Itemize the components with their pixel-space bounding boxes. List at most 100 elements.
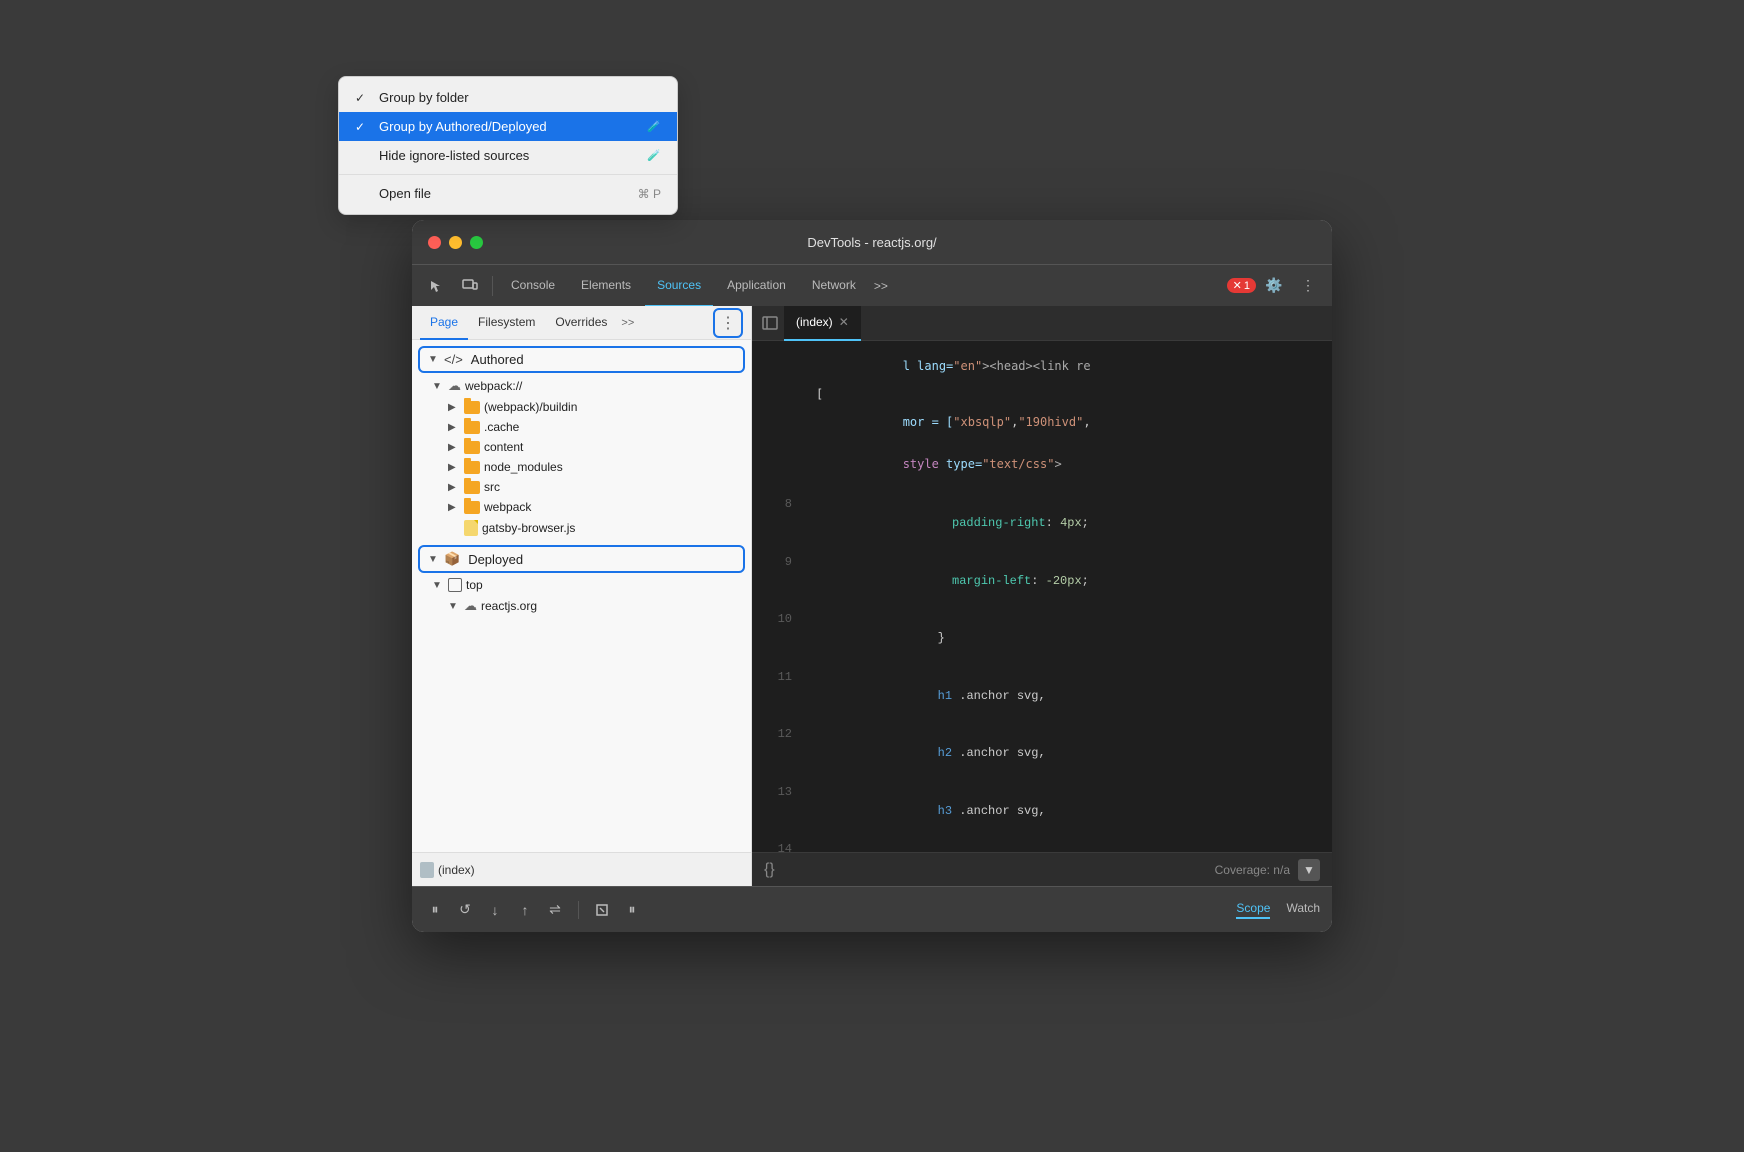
watch-tab[interactable]: Watch [1286, 901, 1320, 919]
node-modules-label: node_modules [484, 460, 563, 474]
code-line-11: 11 h1 .anchor svg, [752, 668, 1332, 726]
title-bar: DevTools - reactjs.org/ [412, 220, 1332, 264]
right-panel: (index) ✕ l lang="en"><head><link re [ [752, 306, 1332, 886]
index-tab[interactable]: (index) ✕ [784, 306, 861, 341]
subtab-overrides[interactable]: Overrides [545, 306, 617, 340]
deployed-box-icon: 📦 [444, 551, 460, 567]
error-badge: ✕ 1 [1227, 278, 1256, 293]
tab-application[interactable]: Application [715, 265, 798, 307]
code-content-9: margin-left: -20px; [808, 553, 1089, 611]
step-back-button[interactable]: ⇌ [544, 899, 566, 921]
top-item[interactable]: top [412, 575, 751, 595]
code-content-14: h4 .anchor svg, [808, 840, 1046, 852]
authored-caret-icon [428, 354, 440, 365]
buildin-label: (webpack)/buildin [484, 400, 577, 414]
more-subtabs-icon[interactable]: >> [617, 317, 638, 329]
step-over-button[interactable]: ↺ [454, 899, 476, 921]
debug-divider [578, 901, 579, 919]
content-item[interactable]: content [412, 437, 751, 457]
code-preview-top: l lang="en"><head><link re [ mor = ["xbs… [752, 341, 1332, 487]
code-line-12: 12 h2 .anchor svg, [752, 725, 1332, 783]
src-caret-icon [448, 482, 460, 493]
node-modules-folder-icon [464, 461, 480, 474]
sources-menu-button[interactable]: ⋮ [713, 308, 743, 338]
webpack-item[interactable]: webpack [412, 497, 751, 517]
cloud-icon: ☁ [448, 378, 461, 394]
code-content4: style type="text/css"> [816, 443, 1062, 485]
coverage-expand-icon[interactable]: ▼ [1298, 859, 1320, 881]
authored-label: Authored [471, 352, 524, 367]
step-up-button[interactable]: ↑ [514, 899, 536, 921]
scope-tab[interactable]: Scope [1236, 901, 1270, 919]
maximize-button[interactable] [470, 236, 483, 249]
code-content-12: h2 .anchor svg, [808, 725, 1046, 783]
device-toggle-icon[interactable] [454, 272, 486, 300]
code-line-style: style type="text/css"> [760, 443, 1324, 485]
buildin-item[interactable]: (webpack)/buildin [412, 397, 751, 417]
code-line-9: 9 margin-left: -20px; [752, 553, 1332, 611]
webpack-root-item[interactable]: ☁ webpack:// [412, 375, 751, 397]
reactjs-label: reactjs.org [481, 599, 537, 613]
webpack-caret2-icon [448, 502, 460, 513]
gatsby-item[interactable]: gatsby-browser.js [412, 517, 751, 539]
deployed-label: Deployed [468, 552, 523, 567]
node-modules-caret-icon [448, 462, 460, 473]
tab-sources[interactable]: Sources [645, 265, 713, 307]
line-num3 [768, 401, 800, 443]
code-line-10: 10 } [752, 610, 1332, 668]
line-num-11: 11 [760, 668, 792, 726]
code-line-13: 13 h3 .anchor svg, [752, 783, 1332, 841]
code-line-bracket: [ [760, 387, 1324, 401]
webpack-label2: webpack [484, 500, 531, 514]
close-button[interactable] [428, 236, 441, 249]
src-item[interactable]: src [412, 477, 751, 497]
reactjs-cloud-icon: ☁ [464, 598, 477, 614]
more-tabs-icon[interactable]: >> [870, 279, 892, 293]
sidebar-toggle-icon[interactable] [756, 309, 784, 337]
cache-item[interactable]: .cache [412, 417, 751, 437]
reactjs-item[interactable]: ☁ reactjs.org [412, 595, 751, 617]
webpack-label: webpack:// [465, 379, 522, 393]
tab-network[interactable]: Network [800, 265, 868, 307]
index-file-icon [420, 862, 434, 878]
cache-caret-icon [448, 422, 460, 433]
src-label: src [484, 480, 500, 494]
line-num-10: 10 [760, 610, 792, 668]
pause-async-button[interactable]: ⏸ [621, 899, 643, 921]
line-num-14: 14 [760, 840, 792, 852]
window-title: DevTools - reactjs.org/ [807, 235, 936, 250]
index-tab-label: (index) [796, 315, 833, 329]
pause-button[interactable]: ⏸ [424, 899, 446, 921]
code-line-8: 8 padding-right: 4px; [752, 495, 1332, 553]
editor-tabs: (index) ✕ [752, 306, 1332, 341]
step-down-button[interactable]: ↓ [484, 899, 506, 921]
authored-section-header[interactable]: </> Authored [418, 346, 745, 373]
tab-console[interactable]: Console [499, 265, 567, 307]
minimize-button[interactable] [449, 236, 462, 249]
code-line-html: l lang="en"><head><link re [760, 345, 1324, 387]
index-file-label: (index) [438, 863, 475, 877]
traffic-lights [428, 236, 483, 249]
toolbar-divider [492, 276, 493, 296]
subtab-filesystem[interactable]: Filesystem [468, 306, 545, 340]
left-panel: Page Filesystem Overrides >> ⋮ </> Autho… [412, 306, 752, 886]
error-count: 1 [1244, 280, 1250, 292]
settings-icon[interactable]: ⚙️ [1258, 272, 1290, 300]
format-braces-icon[interactable]: {} [764, 861, 775, 879]
code-editor[interactable]: 8 padding-right: 4px; 9 margin-left: -20… [752, 487, 1332, 852]
code-content-10: } [808, 610, 945, 668]
content-folder-icon [464, 441, 480, 454]
gatsby-label: gatsby-browser.js [482, 521, 575, 535]
left-panel-bottom: (index) [412, 852, 751, 886]
tab-close-icon[interactable]: ✕ [839, 315, 849, 329]
deployed-section-header[interactable]: 📦 Deployed [418, 545, 745, 573]
more-options-icon[interactable]: ⋮ [1292, 272, 1324, 300]
tab-elements[interactable]: Elements [569, 265, 643, 307]
node-modules-item[interactable]: node_modules [412, 457, 751, 477]
cursor-icon[interactable] [420, 272, 452, 300]
devtools-window: DevTools - reactjs.org/ Console Elements… [412, 220, 1332, 932]
top-toolbar: Console Elements Sources Application Net… [412, 264, 1332, 306]
subtab-page[interactable]: Page [420, 306, 468, 340]
blackbox-button[interactable] [591, 899, 613, 921]
editor-bottom-bar: {} Coverage: n/a ▼ [752, 852, 1332, 886]
